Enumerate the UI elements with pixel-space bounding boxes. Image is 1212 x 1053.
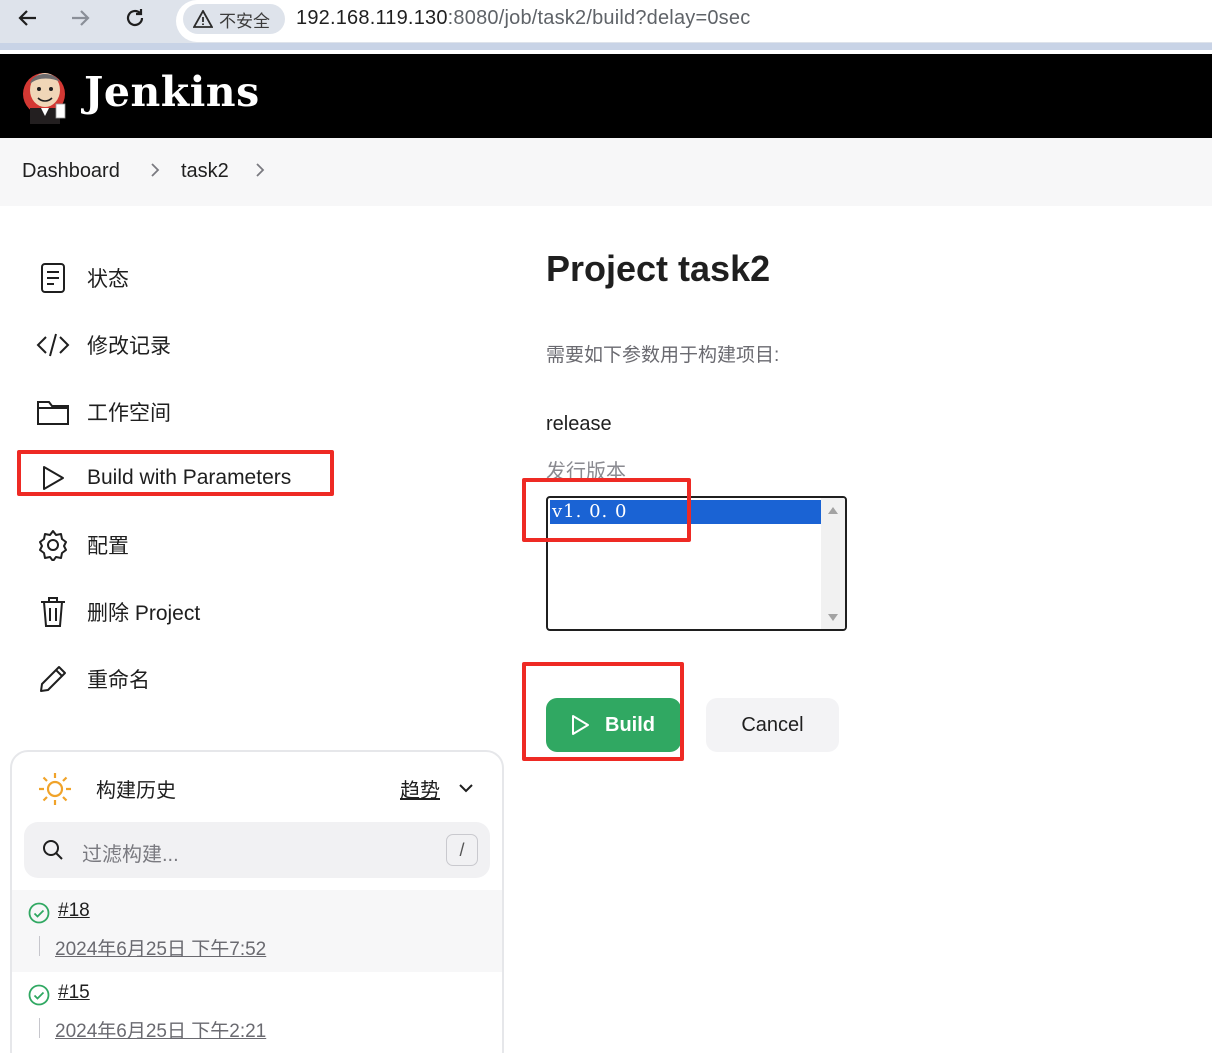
parameters-description: 需要如下参数用于构建项目:: [546, 345, 780, 366]
code-icon: [36, 328, 70, 362]
jenkins-logo-icon[interactable]: [22, 64, 70, 128]
page-title: Project task2: [546, 248, 771, 289]
build-number-link[interactable]: #18: [58, 900, 90, 922]
sidebar-item-rename[interactable]: 重命名: [36, 659, 150, 699]
chevron-right-icon[interactable]: [253, 160, 267, 180]
timeline-bar: [39, 936, 40, 956]
sidebar-item-workspace[interactable]: 工作空间: [36, 392, 171, 432]
scroll-down-icon[interactable]: [828, 614, 838, 622]
sidebar-item-delete-project[interactable]: 删除 Project: [36, 592, 200, 632]
build-date-link[interactable]: 2024年6月25日 下午7:52: [55, 934, 266, 961]
annotation-box-release-option: [522, 478, 691, 542]
trash-icon: [36, 595, 70, 629]
scroll-up-icon[interactable]: [828, 506, 838, 514]
keyboard-shortcut-badge: /: [446, 834, 478, 866]
forward-arrow-icon: [72, 10, 90, 26]
sidebar-item-changes[interactable]: 修改记录: [36, 325, 171, 365]
sidebar-item-configure[interactable]: 配置: [36, 525, 129, 565]
gear-icon: [36, 528, 70, 562]
sidebar-item-status[interactable]: 状态: [36, 258, 129, 298]
security-chip[interactable]: 不安全: [183, 4, 285, 34]
build-number-link[interactable]: #15: [58, 982, 90, 1004]
trend-link[interactable]: 趋势: [400, 774, 440, 803]
sidebar-item-label: 修改记录: [87, 335, 171, 358]
back-button[interactable]: [14, 4, 42, 32]
reload-button[interactable]: [121, 4, 149, 32]
url-path: :8080/job/task2/build?delay=0sec: [447, 7, 751, 29]
forward-button[interactable]: [66, 4, 94, 32]
filter-builds-input[interactable]: 过滤构建... /: [24, 822, 490, 878]
build-history-panel: 构建历史 趋势 过滤构建... / #18 2024年6月25日 下午7:52 …: [10, 750, 504, 1053]
breadcrumb-task2[interactable]: task2: [181, 160, 229, 183]
success-check-icon: [28, 902, 50, 924]
document-icon: [36, 261, 70, 295]
url-text[interactable]: 192.168.119.130:8080/job/task2/build?del…: [296, 7, 750, 30]
annotation-box-build-with-parameters: [17, 450, 334, 496]
build-row[interactable]: #15 2024年6月25日 下午2:21: [12, 972, 502, 1053]
security-label: 不安全: [219, 11, 270, 31]
sun-icon: [39, 773, 71, 805]
chevron-right-icon: [151, 163, 160, 177]
browser-toolbar: 不安全 192.168.119.130:8080/job/task2/build…: [0, 0, 1212, 50]
sidebar-item-label: 配置: [87, 535, 129, 558]
build-date-link[interactable]: 2024年6月25日 下午2:21: [55, 1016, 266, 1043]
build-row[interactable]: #18 2024年6月25日 下午7:52: [12, 890, 502, 972]
breadcrumb: Dashboard task2: [0, 138, 1212, 206]
search-icon: [43, 840, 63, 860]
sidebar-item-label: 工作空间: [87, 402, 171, 425]
filter-placeholder: 过滤构建...: [82, 844, 179, 866]
reload-icon: [126, 9, 144, 27]
warning-icon: [193, 10, 213, 28]
address-bar[interactable]: 不安全 192.168.119.130:8080/job/task2/build…: [176, 0, 1212, 42]
toolbar-divider: [0, 43, 1212, 50]
folder-icon: [36, 395, 70, 429]
success-check-icon: [28, 984, 50, 1006]
jenkins-title[interactable]: Jenkins: [84, 68, 260, 116]
breadcrumb-dashboard[interactable]: Dashboard: [22, 160, 120, 183]
timeline-bar: [39, 1018, 40, 1038]
sidebar-item-label: 重命名: [87, 669, 150, 692]
jenkins-header: Jenkins: [0, 54, 1212, 138]
scrollbar[interactable]: [821, 498, 845, 629]
sidebar-item-label: 状态: [87, 268, 129, 291]
cancel-button[interactable]: Cancel: [706, 698, 839, 752]
parameter-name: release: [546, 413, 612, 435]
pencil-icon: [36, 662, 70, 696]
sidebar-item-label: 删除 Project: [87, 602, 201, 625]
annotation-box-build-button: [522, 662, 684, 761]
url-host: 192.168.119.130: [296, 7, 448, 29]
back-arrow-icon: [18, 10, 36, 26]
build-history-title: 构建历史: [96, 780, 176, 802]
cancel-button-label: Cancel: [741, 713, 804, 736]
chevron-down-icon[interactable]: [458, 780, 474, 796]
